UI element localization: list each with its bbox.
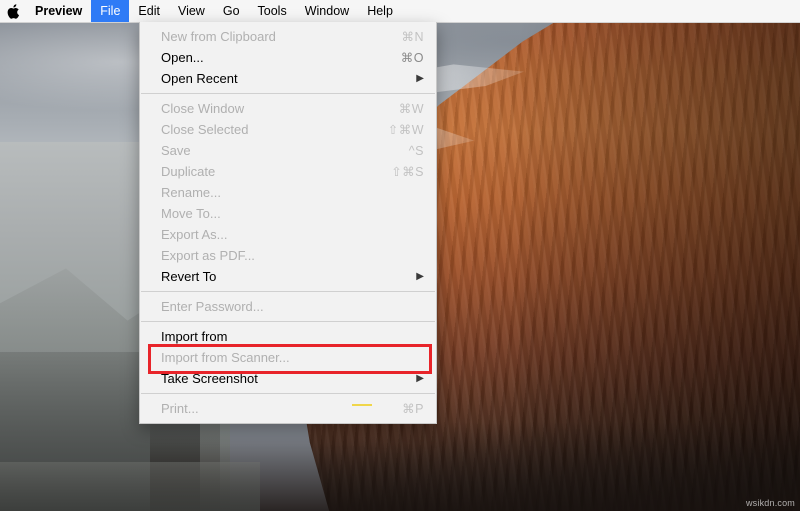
menu-item-label: Export as PDF...: [161, 248, 255, 263]
menubar-item-file[interactable]: File: [91, 0, 130, 22]
menu-item-shortcut: ⌘P: [402, 402, 424, 416]
menu-item-shortcut: ⇧⌘S: [391, 165, 424, 179]
menu-item-open[interactable]: Open... ⌘O: [140, 47, 436, 68]
menu-item-import-from-scanner[interactable]: Import from Scanner...: [140, 347, 436, 368]
menu-separator: [141, 393, 435, 394]
menubar-item-help[interactable]: Help: [358, 0, 402, 22]
menu-item-label: Import from: [161, 329, 228, 344]
menu-item-close-selected[interactable]: Close Selected ⇧⌘W: [140, 119, 436, 140]
menu-bar: Preview File Edit View Go Tools Window H…: [0, 0, 800, 23]
menu-separator: [141, 93, 435, 94]
menu-item-duplicate[interactable]: Duplicate ⇧⌘S: [140, 161, 436, 182]
menu-item-label: Rename...: [161, 185, 221, 200]
menu-item-label: Open Recent: [161, 71, 238, 86]
menu-item-move-to[interactable]: Move To...: [140, 203, 436, 224]
menu-item-label: Print...: [161, 401, 199, 416]
menu-item-revert-to[interactable]: Revert To ▶: [140, 266, 436, 287]
chevron-right-icon: ▶: [416, 373, 424, 384]
menu-item-label: Import from Scanner...: [161, 350, 290, 365]
file-menu-dropdown: New from Clipboard ⌘N Open... ⌘O Open Re…: [139, 22, 437, 424]
menubar-item-window[interactable]: Window: [296, 0, 358, 22]
menu-item-export-as-pdf[interactable]: Export as PDF...: [140, 245, 436, 266]
apple-logo-icon[interactable]: [0, 0, 26, 22]
screen: wsikdn.com Preview File Edit View Go Too…: [0, 0, 800, 511]
menu-item-label: Close Window: [161, 101, 245, 116]
menu-item-shortcut: ⌘N: [401, 30, 424, 44]
menubar-item-view[interactable]: View: [169, 0, 214, 22]
menu-item-label: Save: [161, 143, 191, 158]
menu-item-label: New from Clipboard: [161, 29, 276, 44]
menu-item-take-screenshot[interactable]: Take Screenshot ▶: [140, 368, 436, 389]
menu-item-export-as[interactable]: Export As...: [140, 224, 436, 245]
menu-item-label: Move To...: [161, 206, 221, 221]
watermark-text: wsikdn.com: [745, 498, 795, 508]
menubar-item-tools[interactable]: Tools: [249, 0, 296, 22]
menu-item-close-window[interactable]: Close Window ⌘W: [140, 98, 436, 119]
menu-item-shortcut: ⌘W: [398, 102, 424, 116]
menu-item-label: Close Selected: [161, 122, 249, 137]
chevron-right-icon: ▶: [416, 271, 424, 282]
menu-separator: [141, 321, 435, 322]
menu-item-shortcut: ⇧⌘W: [387, 123, 424, 137]
menu-item-label: Take Screenshot: [161, 371, 258, 386]
annotation-yellow-mark: [352, 404, 372, 406]
menu-item-print[interactable]: Print... ⌘P: [140, 398, 436, 419]
menu-item-enter-password[interactable]: Enter Password...: [140, 296, 436, 317]
menu-item-rename[interactable]: Rename...: [140, 182, 436, 203]
wallpaper-valley-floor: [0, 462, 260, 511]
menubar-item-preview[interactable]: Preview: [26, 0, 91, 22]
menubar-item-go[interactable]: Go: [214, 0, 249, 22]
menu-item-label: Revert To: [161, 269, 217, 284]
chevron-right-icon: ▶: [416, 73, 424, 84]
menu-separator: [141, 291, 435, 292]
menu-item-shortcut: ⌘O: [400, 51, 424, 65]
menu-item-save[interactable]: Save ^S: [140, 140, 436, 161]
menubar-item-edit[interactable]: Edit: [129, 0, 169, 22]
menu-item-import-from[interactable]: Import from: [140, 326, 436, 347]
menu-item-label: Enter Password...: [161, 299, 264, 314]
menu-item-new-from-clipboard[interactable]: New from Clipboard ⌘N: [140, 26, 436, 47]
menu-item-label: Open...: [161, 50, 204, 65]
menu-item-label: Export As...: [161, 227, 228, 242]
menu-item-label: Duplicate: [161, 164, 216, 179]
menu-item-shortcut: ^S: [408, 143, 424, 158]
menu-item-open-recent[interactable]: Open Recent ▶: [140, 68, 436, 89]
